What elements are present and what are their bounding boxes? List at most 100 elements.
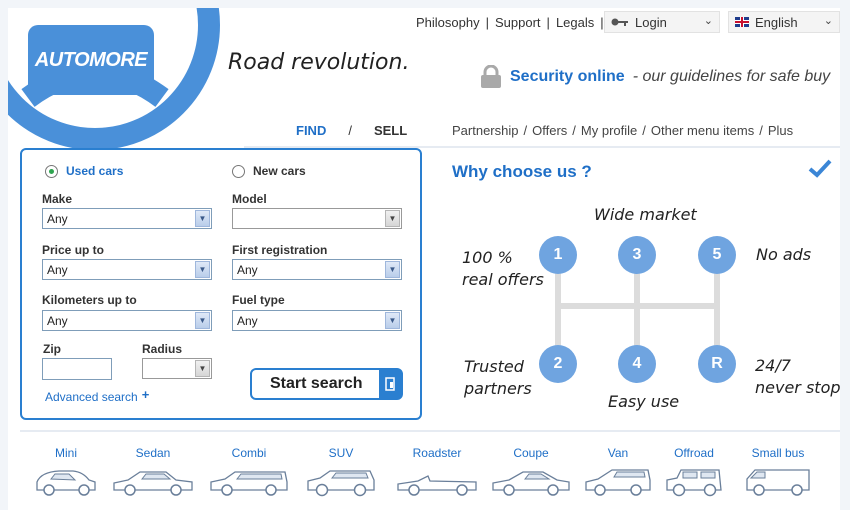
car-small-bus-icon <box>746 469 810 496</box>
car-coupe-icon <box>492 471 570 496</box>
first-registration-value: Any <box>237 262 258 277</box>
car-offroad-icon <box>666 469 722 497</box>
chevron-down-icon: ▼ <box>385 312 400 329</box>
checkmark-icon <box>808 159 832 178</box>
model-select[interactable]: ▼ <box>232 208 402 229</box>
nav-other-menu-items[interactable]: Other menu items <box>651 123 754 138</box>
trusted-partners-label: Trusted partners <box>464 357 532 398</box>
advanced-search-label: Advanced search <box>45 390 138 404</box>
nav-partnership[interactable]: Partnership <box>452 123 518 138</box>
body-type-label: Mini <box>54 446 77 460</box>
chevron-down-icon: ▼ <box>385 210 400 227</box>
price-label: Price up to <box>42 243 105 257</box>
car-suv-icon <box>307 470 375 497</box>
separator: / <box>348 123 352 138</box>
gear-bar <box>555 303 720 309</box>
kilometers-select[interactable]: Any ▼ <box>42 310 212 331</box>
first-registration-label: First registration <box>232 243 328 257</box>
top-link-philosophy[interactable]: Philosophy <box>416 15 480 30</box>
nav-offers[interactable]: Offers <box>532 123 567 138</box>
kilometers-label: Kilometers up to <box>42 293 137 307</box>
body-type-mini[interactable]: Mini <box>24 446 108 498</box>
new-cars-radio[interactable]: New cars <box>232 164 306 178</box>
body-type-label: SUV <box>328 446 354 460</box>
chevron-down-icon: ▼ <box>385 261 400 278</box>
nav-my-profile[interactable]: My profile <box>581 123 637 138</box>
radius-label: Radius <box>142 342 183 356</box>
gear-1: 1 <box>539 236 577 274</box>
top-links: Philosophy | Support | Legals | <box>416 15 604 30</box>
car-combi-icon <box>210 471 288 496</box>
security-online-link[interactable]: Security online - our guidelines for saf… <box>480 65 830 89</box>
main-nav: Partnership / Offers / My profile / Othe… <box>452 123 793 138</box>
radius-select[interactable]: ▼ <box>142 358 212 379</box>
advanced-search-link[interactable]: Advanced search + <box>45 388 149 404</box>
login-label: Login <box>635 14 667 30</box>
price-value: Any <box>47 262 68 277</box>
body-type-label: Sedan <box>135 446 171 460</box>
make-select[interactable]: Any ▼ <box>42 208 212 229</box>
body-type-sedan[interactable]: Sedan <box>108 446 198 498</box>
never-stop-label: 24/7 never stop <box>755 356 840 397</box>
find-sell-nav: FIND / SELL <box>296 123 407 138</box>
new-cars-label: New cars <box>253 164 306 178</box>
body-type-coupe[interactable]: Coupe <box>482 446 580 498</box>
chevron-down-icon: ⌄ <box>703 15 713 27</box>
wide-market-label: Wide market <box>594 205 697 224</box>
body-type-label: Coupe <box>513 446 549 460</box>
no-ads-label: No ads <box>756 245 812 264</box>
used-cars-radio[interactable]: Used cars <box>45 164 123 178</box>
separator: / <box>759 123 763 138</box>
car-sedan-icon <box>113 471 193 496</box>
separator: | <box>546 15 550 30</box>
make-value: Any <box>47 211 68 226</box>
fuel-type-value: Any <box>237 313 258 328</box>
separator: | <box>485 15 489 30</box>
logo-text: AUTOMORE <box>34 48 148 71</box>
chevron-down-icon: ▼ <box>195 210 210 227</box>
top-link-support[interactable]: Support <box>495 15 541 30</box>
body-type-van[interactable]: Van <box>574 446 662 498</box>
zip-label: Zip <box>43 342 61 356</box>
car-van-icon <box>585 469 651 496</box>
easy-use-label: Easy use <box>608 392 680 411</box>
language-label: English <box>755 14 798 30</box>
nav-plus[interactable]: Plus <box>768 123 793 138</box>
login-dropdown[interactable]: Login ⌄ <box>604 11 720 33</box>
top-link-legals[interactable]: Legals <box>556 15 594 30</box>
logo[interactable]: AUTOMORE <box>28 25 154 95</box>
body-type-label: Offroad <box>674 446 714 460</box>
body-type-small-bus[interactable]: Small bus <box>738 446 818 498</box>
body-type-combi[interactable]: Combi <box>200 446 298 498</box>
first-registration-select[interactable]: Any ▼ <box>232 259 402 280</box>
language-dropdown[interactable]: English ⌄ <box>728 11 840 33</box>
gear-shift-diagram: 1 3 5 2 4 R Wide market 100 % real offer… <box>452 188 840 420</box>
gear-4: 4 <box>618 345 656 383</box>
zip-input[interactable] <box>42 358 112 380</box>
tagline: Road revolution. <box>228 50 410 75</box>
separator: / <box>642 123 646 138</box>
chevron-down-icon: ▼ <box>195 312 210 329</box>
car-mini-icon <box>36 470 96 496</box>
start-search-button[interactable]: Start search <box>250 368 403 400</box>
used-cars-label: Used cars <box>66 164 124 178</box>
gear-3: 3 <box>618 236 656 274</box>
body-type-roadster[interactable]: Roadster <box>382 446 492 498</box>
key-icon <box>611 18 628 26</box>
uk-flag-icon <box>735 17 749 27</box>
car-roadster-icon <box>397 475 477 496</box>
real-offers-label: 100 % real offers <box>462 248 544 289</box>
chevron-down-icon: ⌄ <box>823 15 833 27</box>
tab-find[interactable]: FIND <box>296 123 326 138</box>
body-type-offroad[interactable]: Offroad <box>658 446 730 498</box>
price-select[interactable]: Any ▼ <box>42 259 212 280</box>
body-type-label: Roadster <box>412 446 462 460</box>
tab-sell[interactable]: SELL <box>374 123 407 138</box>
why-choose-title: Why choose us ? <box>452 162 592 181</box>
radio-checked-icon <box>45 164 58 178</box>
body-type-suv[interactable]: SUV <box>300 446 382 498</box>
model-label: Model <box>232 192 267 206</box>
fuel-type-select[interactable]: Any ▼ <box>232 310 402 331</box>
chevron-down-icon: ▼ <box>195 360 210 377</box>
kilometers-value: Any <box>47 313 68 328</box>
